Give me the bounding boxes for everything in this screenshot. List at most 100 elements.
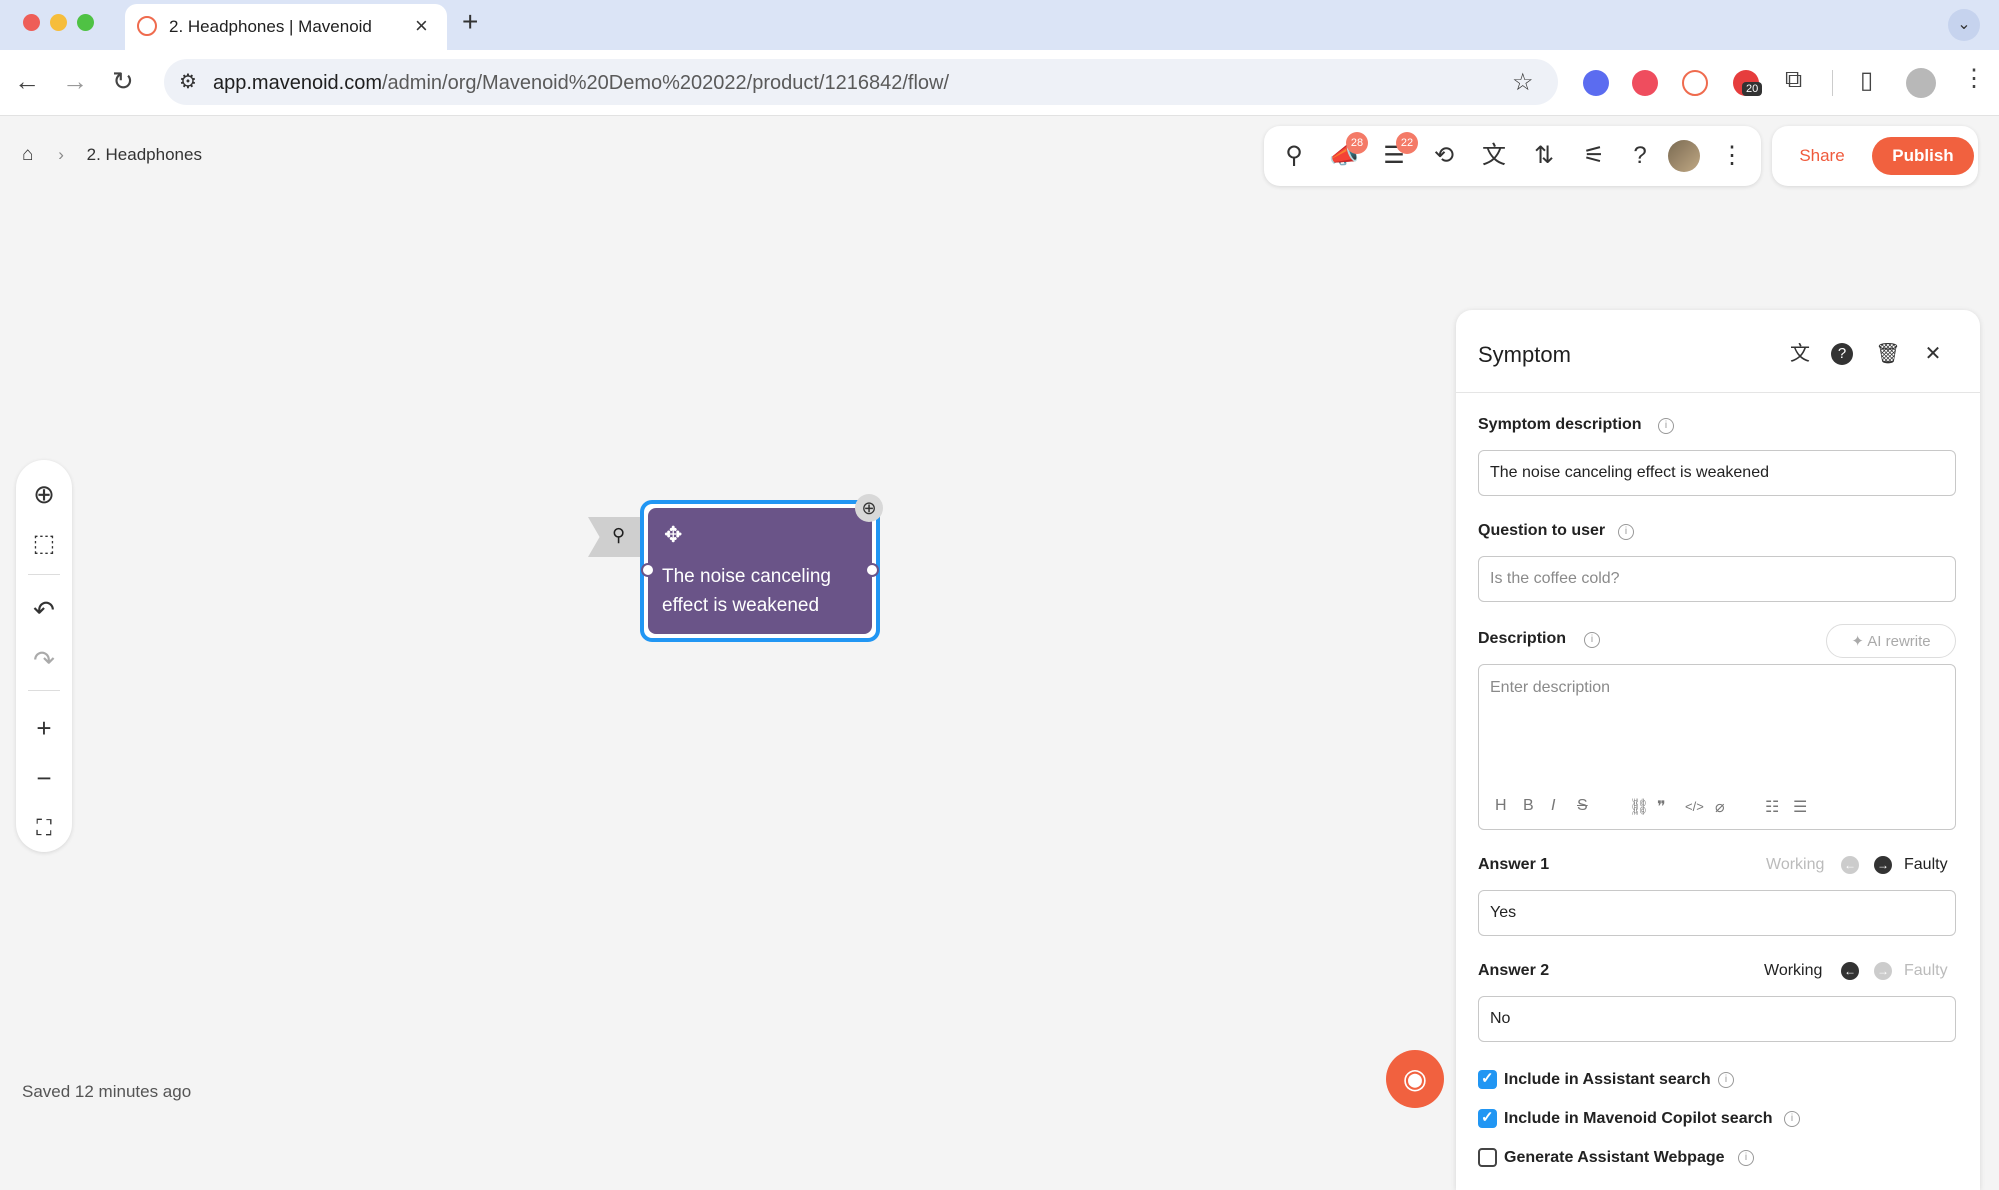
arrow-left-icon[interactable]: ← <box>1841 856 1859 874</box>
question-input[interactable] <box>1478 556 1956 602</box>
breadcrumb-current: 2. Headphones <box>86 145 202 164</box>
help-icon[interactable]: ? <box>1624 140 1656 172</box>
divider <box>28 690 60 691</box>
move-handle-icon[interactable]: ✥ <box>664 522 682 548</box>
minimize-window-button[interactable] <box>50 14 67 31</box>
tab-title: 2. Headphones | Mavenoid <box>169 17 372 36</box>
user-avatar[interactable] <box>1668 140 1700 172</box>
puzzle-extensions-icon[interactable]: ⧉ <box>1785 66 1802 94</box>
label-text: Answer 1 <box>1478 856 1550 873</box>
arrow-left-icon[interactable]: ← <box>1841 962 1859 980</box>
flow-editor: ⌂ › 2. Headphones ⚲ 📣 28 ☰ 22 ⟲ 文 ⇅ ⚟ ? … <box>0 116 1999 1190</box>
heading-icon[interactable]: H <box>1495 797 1507 815</box>
answer1-input[interactable] <box>1478 890 1956 936</box>
extension-badge: 20 <box>1742 82 1763 96</box>
numbered-list-icon[interactable]: ☰ <box>1793 797 1807 817</box>
site-settings-icon[interactable]: ⚙ <box>179 69 197 94</box>
info-icon[interactable]: i <box>1618 524 1634 540</box>
maximize-window-button[interactable] <box>77 14 94 31</box>
saved-status: Saved 12 minutes ago <box>22 1082 192 1101</box>
sliders-icon[interactable]: ⚟ <box>1578 140 1610 172</box>
answer2-input[interactable] <box>1478 996 1956 1042</box>
zoom-out-icon[interactable]: − <box>28 762 60 794</box>
announcements-badge: 28 <box>1346 132 1368 154</box>
redo-icon[interactable]: ↷ <box>28 644 60 676</box>
sort-arrows-icon[interactable]: ⇅ <box>1528 140 1560 172</box>
select-area-icon[interactable]: ⬚ <box>28 528 60 560</box>
arrow-right-icon[interactable]: → <box>1874 962 1892 980</box>
mavenoid-extension-icon[interactable] <box>1682 70 1708 96</box>
divider <box>1456 392 1980 393</box>
attachment-icon[interactable]: ⌀ <box>1715 797 1725 817</box>
node-output-handle[interactable] <box>865 563 879 577</box>
add-node-icon[interactable]: ⊕ <box>28 478 60 510</box>
search-icon[interactable]: ⚲ <box>1278 140 1310 172</box>
close-window-button[interactable] <box>23 14 40 31</box>
bold-icon[interactable]: B <box>1523 797 1534 815</box>
symptom-description-input[interactable] <box>1478 450 1956 496</box>
question-label: Question to user <box>1478 522 1605 540</box>
info-icon[interactable]: i <box>1738 1150 1754 1166</box>
include-copilot-checkbox[interactable] <box>1478 1108 1497 1128</box>
include-assistant-checkbox[interactable] <box>1478 1069 1497 1089</box>
more-options-icon[interactable]: ⋮ <box>1716 140 1748 172</box>
info-icon[interactable]: i <box>1584 632 1600 648</box>
reload-icon[interactable]: ↻ <box>112 66 134 97</box>
home-icon[interactable]: ⌂ <box>22 144 33 165</box>
divider <box>28 574 60 575</box>
url-bar[interactable]: ⚙ app.mavenoid.com/admin/org/Mavenoid%20… <box>164 59 1558 105</box>
answer1-faulty-label: Faulty <box>1904 856 1948 873</box>
translate-icon[interactable]: 文 <box>1478 140 1510 172</box>
profile-avatar[interactable] <box>1906 68 1936 98</box>
browser-address-bar: ← → ↻ ⚙ app.mavenoid.com/admin/org/Maven… <box>0 50 1999 116</box>
undo-icon[interactable]: ↶ <box>28 594 60 626</box>
translate-icon[interactable]: 文 <box>1786 340 1814 368</box>
arrow-right-icon[interactable]: → <box>1874 856 1892 874</box>
url-text[interactable]: app.mavenoid.com/admin/org/Mavenoid%20De… <box>213 72 949 95</box>
extension-icon[interactable] <box>1632 70 1658 96</box>
label-text: Answer 2 <box>1478 962 1550 979</box>
info-icon[interactable]: i <box>1658 418 1674 434</box>
browser-menu-icon[interactable]: ⋮ <box>1962 64 1986 93</box>
italic-icon[interactable]: I <box>1551 797 1555 815</box>
history-icon[interactable]: ⟲ <box>1428 140 1460 172</box>
zoom-in-icon[interactable]: + <box>28 712 60 744</box>
answer1-working-label: Working <box>1766 856 1825 873</box>
publish-button[interactable]: Publish <box>1872 137 1974 175</box>
extension-icon[interactable] <box>1583 70 1609 96</box>
mavenoid-favicon-icon <box>137 16 157 36</box>
label-text: Description <box>1478 630 1567 647</box>
panel-title: Symptom <box>1478 342 1571 367</box>
new-tab-icon[interactable]: + <box>462 6 478 38</box>
info-icon[interactable]: i <box>1784 1111 1800 1127</box>
fit-screen-icon[interactable]: ⛶ <box>28 812 60 844</box>
preview-eye-icon[interactable]: ◉ <box>1386 1050 1444 1108</box>
trash-icon[interactable]: 🗑 <box>1874 340 1902 368</box>
action-buttons: Share Publish <box>1772 126 1978 186</box>
symptom-node[interactable]: ✥ The noise canceling effect is weakened <box>640 500 880 642</box>
link-icon[interactable]: ⛓ <box>1629 797 1649 817</box>
browser-tab[interactable]: 2. Headphones | Mavenoid × <box>125 4 447 50</box>
browser-tab-bar: 2. Headphones | Mavenoid × + ⌄ <box>0 0 1999 50</box>
bookmark-star-icon[interactable]: ☆ <box>1512 68 1534 97</box>
node-search-tag[interactable]: ⚲ <box>588 517 646 557</box>
label-text: Symptom description <box>1478 416 1642 433</box>
add-connected-node-icon[interactable]: ⊕ <box>855 494 883 522</box>
bullet-list-icon[interactable]: ☷ <box>1765 797 1779 817</box>
forward-arrow-icon[interactable]: → <box>62 66 88 97</box>
info-icon[interactable]: i <box>1718 1072 1734 1088</box>
close-tab-icon[interactable]: × <box>415 13 428 39</box>
code-icon[interactable]: </> <box>1685 799 1704 814</box>
quote-icon[interactable]: ❞ <box>1657 797 1666 817</box>
description-editor[interactable]: Enter description H B I S ⛓ ❞ </> ⌀ ☷ ☰ <box>1478 664 1956 830</box>
share-button[interactable]: Share <box>1786 137 1858 175</box>
generate-webpage-checkbox[interactable] <box>1478 1148 1497 1167</box>
ai-rewrite-button[interactable]: ✦ AI rewrite <box>1826 624 1956 658</box>
help-icon[interactable]: ? <box>1831 343 1853 365</box>
node-input-handle[interactable] <box>641 563 655 577</box>
strikethrough-icon[interactable]: S <box>1577 797 1588 815</box>
tab-search-chevron-icon[interactable]: ⌄ <box>1948 9 1980 41</box>
side-panel-icon[interactable]: ▯ <box>1860 66 1873 95</box>
close-icon[interactable]: ✕ <box>1919 340 1947 368</box>
back-arrow-icon[interactable]: ← <box>14 66 40 97</box>
